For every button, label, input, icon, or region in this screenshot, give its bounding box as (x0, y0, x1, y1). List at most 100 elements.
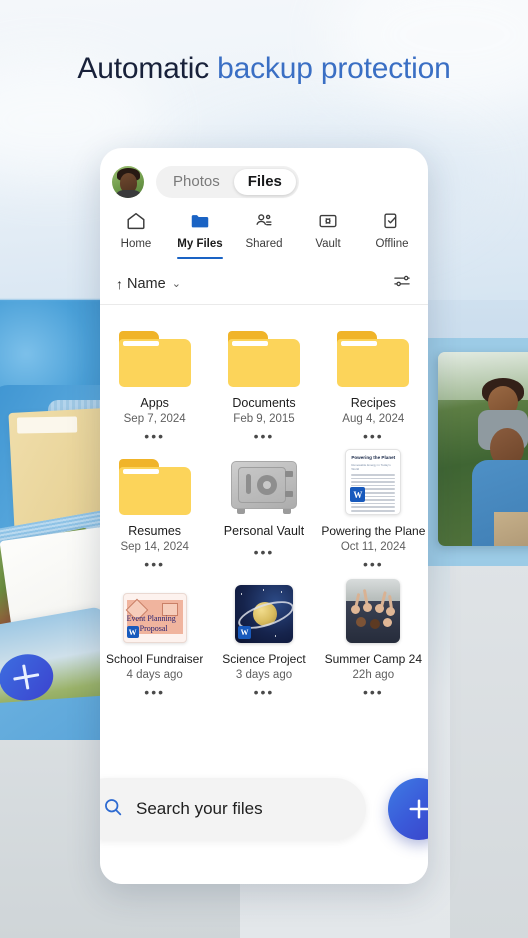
file-date: 4 days ago (127, 669, 183, 681)
safe-hinge (285, 471, 293, 477)
sidebar-item-my-files[interactable]: My Files (168, 208, 232, 259)
folder-lip (341, 341, 377, 346)
people-icon (253, 208, 275, 234)
file-date: Aug 4, 2024 (342, 413, 404, 425)
file-tile[interactable]: W Science Project 3 days ago ••• (209, 571, 318, 699)
nav-label-vault: Vault (315, 238, 340, 250)
folder-body (337, 339, 409, 387)
file-more-menu[interactable]: ••• (363, 687, 384, 697)
sidebar-item-offline[interactable]: Offline (360, 208, 424, 259)
doc-preview-subtitle: Renewable Energy in Today's World (351, 463, 395, 471)
thumbnail (346, 577, 400, 643)
thumbnail: Event Planning Proposal W (123, 577, 187, 643)
sort-direction-icon: ↑ (116, 276, 123, 292)
headline-part-one: Automatic (77, 52, 217, 85)
safe-icon (229, 459, 299, 515)
file-name: Documents (232, 396, 295, 410)
file-more-menu[interactable]: ••• (363, 431, 384, 441)
file-tile[interactable]: Event Planning Proposal W School Fundrai… (100, 571, 209, 699)
headline-part-two: backup protection (217, 52, 450, 85)
thumbnail (229, 449, 299, 515)
nav-label-offline: Offline (375, 238, 408, 250)
file-name: Resumes (128, 524, 181, 538)
event-proposal-thumbnail: Event Planning Proposal W (123, 593, 187, 643)
folder-icon (119, 331, 191, 387)
file-date: Sep 14, 2024 (120, 541, 188, 553)
file-more-menu[interactable]: ••• (363, 559, 384, 569)
file-name: School Fundraiser (106, 652, 203, 666)
sort-label: Name (127, 276, 166, 292)
file-tile[interactable]: Summer Camp 24 22h ago ••• (319, 571, 428, 699)
file-tile[interactable]: Documents Feb 9, 2015 ••• (209, 315, 318, 443)
word-badge-icon: W (350, 487, 365, 502)
file-more-menu[interactable]: ••• (144, 559, 165, 569)
app-header: Photos Files (100, 148, 428, 198)
nav-label-my-files: My Files (177, 238, 222, 250)
search-input[interactable]: Search your files (100, 778, 366, 840)
avatar[interactable] (112, 166, 144, 198)
filter-sliders-icon[interactable] (392, 271, 412, 296)
folder-icon (189, 208, 211, 234)
thumbnail (119, 449, 191, 515)
file-tile[interactable]: Apps Sep 7, 2024 ••• (100, 315, 209, 443)
thumbnail (337, 321, 409, 387)
sort-bar: ↑ Name ⌄ (100, 259, 428, 305)
bottom-bar: Search your files (100, 764, 428, 884)
group-photo-thumbnail (346, 579, 400, 643)
file-more-menu[interactable]: ••• (144, 687, 165, 697)
file-more-menu[interactable]: ••• (254, 547, 275, 557)
tab-files[interactable]: Files (234, 169, 296, 195)
nav-label-shared: Shared (245, 238, 282, 250)
sidebar-item-vault[interactable]: Vault (296, 208, 360, 259)
add-button[interactable] (388, 778, 428, 840)
file-date: 22h ago (353, 669, 395, 681)
photo-adult-pants (494, 512, 528, 546)
file-name: Personal Vault (224, 524, 304, 538)
offline-check-icon (381, 208, 403, 234)
file-name: Recipes (351, 396, 396, 410)
file-tile[interactable]: Personal Vault ••• (209, 443, 318, 571)
file-date: 3 days ago (236, 669, 292, 681)
doc-preview-title-2: Proposal (140, 624, 168, 634)
file-tile[interactable]: Recipes Aug 4, 2024 ••• (319, 315, 428, 443)
file-tile[interactable]: Resumes Sep 14, 2024 ••• (100, 443, 209, 571)
chevron-down-icon: ⌄ (172, 277, 181, 290)
safe-foot (283, 509, 291, 514)
search-placeholder: Search your files (136, 799, 263, 819)
file-more-menu[interactable]: ••• (254, 687, 275, 697)
folder-lip (232, 341, 268, 346)
doc-preview-title: Event Planning (127, 614, 176, 624)
file-more-menu[interactable]: ••• (254, 431, 275, 441)
background-plus-icon (0, 650, 57, 705)
file-name: Powering the Planet (321, 524, 425, 538)
active-tab-underline (177, 257, 223, 260)
safe-hinge (285, 491, 293, 497)
thumbnail: Powering the Planet Renewable Energy in … (345, 449, 401, 515)
sort-control[interactable]: ↑ Name ⌄ (116, 276, 181, 292)
saturn-thumbnail: W (235, 585, 293, 643)
folder-body (228, 339, 300, 387)
word-document-thumbnail: Powering the Planet Renewable Energy in … (345, 449, 401, 515)
word-badge-icon: W (127, 626, 139, 638)
doc-preview-title: Powering the Planet (351, 455, 395, 461)
sidebar-item-home[interactable]: Home (104, 208, 168, 259)
folder-icon (337, 331, 409, 387)
file-more-menu[interactable]: ••• (144, 431, 165, 441)
photos-files-toggle[interactable]: Photos Files (156, 166, 299, 198)
file-name: Apps (140, 396, 169, 410)
folder-body (119, 339, 191, 387)
word-badge-icon: W (238, 626, 251, 639)
home-icon (125, 208, 147, 234)
tab-photos[interactable]: Photos (159, 169, 234, 195)
vault-icon (317, 208, 339, 234)
search-icon (102, 796, 124, 823)
file-date: Sep 7, 2024 (124, 413, 186, 425)
sidebar-item-shared[interactable]: Shared (232, 208, 296, 259)
file-name: Science Project (222, 652, 305, 666)
safe-dial (257, 475, 277, 495)
background-family-photo (438, 352, 528, 546)
file-name: Summer Camp 24 (325, 652, 422, 666)
file-date: Oct 11, 2024 (341, 541, 406, 553)
file-tile[interactable]: Powering the Planet Renewable Energy in … (319, 443, 428, 571)
plus-icon (404, 794, 428, 824)
